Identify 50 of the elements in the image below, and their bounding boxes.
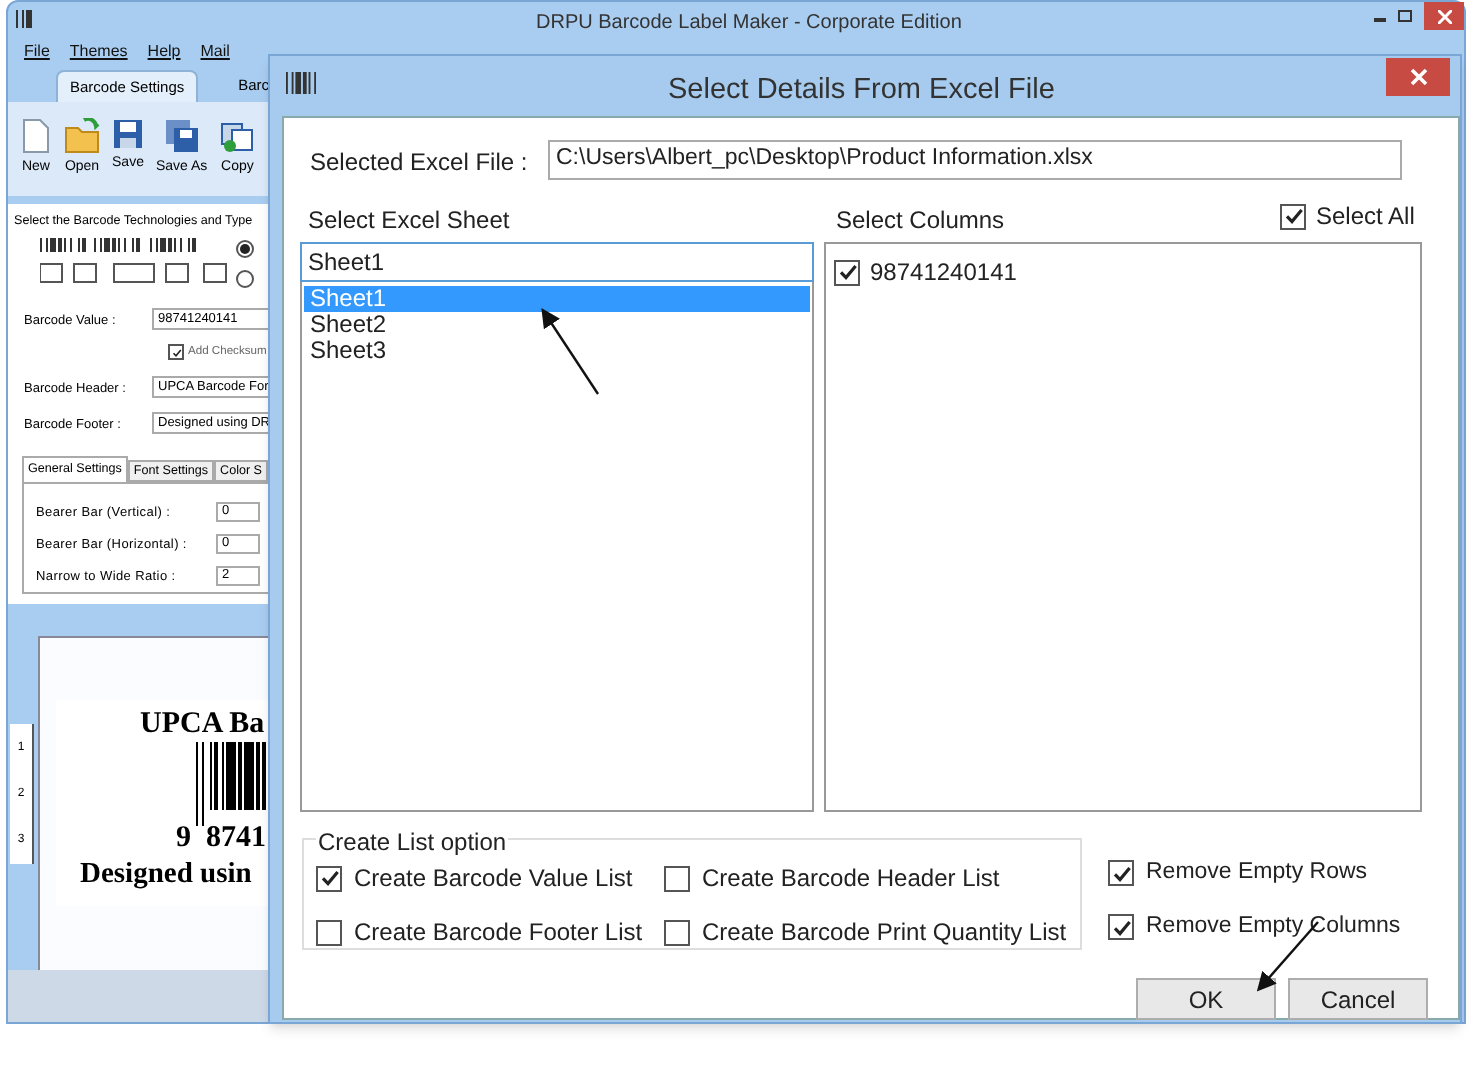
- dialog-title: Select Details From Excel File: [668, 72, 1055, 110]
- checkbox-label: Create Barcode Header List: [702, 862, 1000, 896]
- close-button[interactable]: [1386, 58, 1450, 96]
- checkbox[interactable]: [834, 259, 860, 285]
- close-icon: [1409, 68, 1427, 86]
- folder-icon: [64, 118, 100, 154]
- checkbox[interactable]: [1108, 860, 1134, 887]
- checkbox[interactable]: [1108, 914, 1134, 941]
- radio-button[interactable]: [236, 240, 254, 258]
- barcode: [196, 742, 268, 826]
- barcode-icon: [16, 10, 32, 28]
- sheet-combo-field[interactable]: Sheet1: [300, 242, 814, 282]
- menu-item[interactable]: Themes: [69, 40, 128, 64]
- barcode-footer: Designed usin: [80, 854, 252, 898]
- radio-button[interactable]: [236, 270, 254, 288]
- checkbox-label: Remove Empty Columns: [1146, 912, 1401, 943]
- sheet-item[interactable]: Sheet2: [304, 312, 810, 338]
- checkbox[interactable]: [168, 344, 184, 361]
- close-button[interactable]: [1424, 2, 1464, 30]
- floppy-disks-icon: [163, 118, 200, 154]
- sheet-item[interactable]: Sheet3: [304, 338, 810, 364]
- section-label: Select Columns: [836, 204, 1005, 238]
- checkbox-label: Create Barcode Footer List: [354, 916, 643, 950]
- barcode-icon: [286, 72, 316, 94]
- checkbox-label: Create Barcode Value List: [354, 862, 633, 896]
- menu-item[interactable]: Mail: [200, 40, 230, 64]
- menu-item[interactable]: Help: [147, 40, 181, 64]
- dialog-button[interactable]: OK: [1136, 978, 1276, 1020]
- file-path-field[interactable]: C:\Users\Albert_pc\Desktop\Product Information.xlsx: [548, 140, 1402, 180]
- checkbox[interactable]: [316, 865, 342, 891]
- barcode-header: UPCA Ba: [140, 706, 265, 744]
- checkbox[interactable]: [664, 919, 690, 945]
- checkbox[interactable]: [664, 865, 690, 891]
- barcode-digits: 9 8741: [176, 820, 266, 858]
- checkbox[interactable]: [316, 919, 342, 945]
- annotation-arrow: [541, 308, 599, 395]
- section-label: Select Excel Sheet: [308, 204, 510, 238]
- close-icon: [1437, 9, 1451, 23]
- new-file-icon: [20, 118, 52, 154]
- checkbox-label: Remove Empty Rows: [1146, 858, 1368, 888]
- dialog-button[interactable]: Cancel: [1288, 978, 1428, 1020]
- copy-icon: [219, 118, 256, 154]
- window-title: DRPU Barcode Label Maker - Corporate Edition: [536, 10, 962, 38]
- checkbox-label: Select All: [1316, 200, 1415, 234]
- column-label: 98741240141: [870, 256, 1017, 290]
- checkbox[interactable]: [1280, 203, 1306, 229]
- checkbox-label: Create Barcode Print Quantity List: [702, 916, 1067, 950]
- field-label: Selected Excel File :: [310, 146, 528, 180]
- restore-button[interactable]: [1398, 10, 1412, 22]
- menu-item[interactable]: File: [24, 40, 50, 64]
